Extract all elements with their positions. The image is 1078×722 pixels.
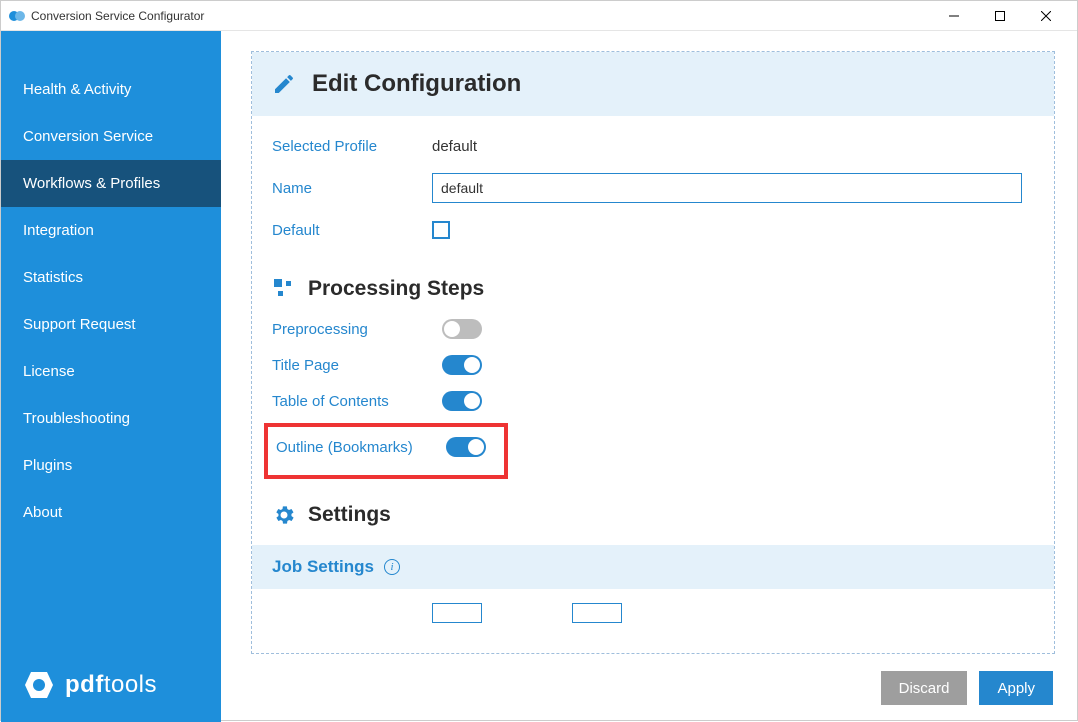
maximize-button[interactable] (977, 1, 1023, 31)
pdftools-logo-icon (21, 670, 57, 700)
brand-secondary: tools (104, 671, 157, 698)
partial-row (252, 589, 1054, 623)
toggle-preprocessing[interactable] (442, 319, 482, 339)
settings-title: Settings (308, 503, 391, 527)
toggle-row-outline: Outline (Bookmarks) (272, 435, 500, 459)
default-label: Default (272, 222, 432, 239)
toggle-label: Title Page (272, 357, 442, 374)
settings-header: Settings (252, 483, 1054, 537)
sidebar-item-license[interactable]: License (1, 348, 221, 395)
footer: Discard Apply (221, 654, 1077, 722)
brand-primary: pdf (65, 671, 104, 698)
sidebar-item-plugins[interactable]: Plugins (1, 442, 221, 489)
toggle-label: Preprocessing (272, 321, 442, 338)
panel-header: Edit Configuration (252, 52, 1054, 116)
toggle-row-toc: Table of Contents (252, 383, 1054, 419)
close-button[interactable] (1023, 1, 1069, 31)
toggle-label: Outline (Bookmarks) (276, 439, 446, 456)
panel-title: Edit Configuration (312, 70, 521, 98)
default-checkbox[interactable] (432, 221, 450, 239)
job-settings-title: Job Settings (272, 557, 374, 577)
sidebar-item-health-activity[interactable]: Health & Activity (1, 66, 221, 113)
sidebar-item-workflows-profiles[interactable]: Workflows & Profiles (1, 160, 221, 207)
steps-icon (272, 277, 296, 301)
sidebar: Health & Activity Conversion Service Wor… (1, 31, 221, 722)
app-icon (9, 8, 25, 24)
sidebar-item-integration[interactable]: Integration (1, 207, 221, 254)
toggle-label: Table of Contents (272, 393, 442, 410)
gear-icon (272, 503, 296, 527)
apply-button[interactable]: Apply (979, 671, 1053, 705)
pencil-icon (272, 72, 296, 96)
toggle-row-title-page: Title Page (252, 347, 1054, 383)
main: Edit Configuration Selected Profile defa… (221, 31, 1077, 722)
sidebar-item-statistics[interactable]: Statistics (1, 254, 221, 301)
window-title: Conversion Service Configurator (31, 9, 204, 23)
processing-steps-title: Processing Steps (308, 277, 484, 301)
titlebar: Conversion Service Configurator (1, 1, 1077, 31)
sidebar-item-about[interactable]: About (1, 489, 221, 536)
name-input[interactable] (432, 173, 1022, 203)
toggle-title-page[interactable] (442, 355, 482, 375)
sidebar-item-troubleshooting[interactable]: Troubleshooting (1, 395, 221, 442)
sidebar-item-conversion-service[interactable]: Conversion Service (1, 113, 221, 160)
discard-button[interactable]: Discard (881, 671, 968, 705)
partial-field-1[interactable] (432, 603, 482, 623)
partial-field-2[interactable] (572, 603, 622, 623)
selected-profile-label: Selected Profile (272, 138, 432, 155)
selected-profile-value: default (432, 138, 477, 155)
name-label: Name (272, 180, 432, 197)
info-icon[interactable]: i (384, 559, 400, 575)
outline-highlight: Outline (Bookmarks) (264, 423, 508, 479)
toggle-row-preprocessing: Preprocessing (252, 311, 1054, 347)
toggle-outline-bookmarks[interactable] (446, 437, 486, 457)
job-settings-header[interactable]: Job Settings i (252, 545, 1054, 589)
scroll-area[interactable]: Edit Configuration Selected Profile defa… (251, 51, 1055, 654)
profile-form: Selected Profile default Name Default (252, 116, 1054, 239)
toggle-table-of-contents[interactable] (442, 391, 482, 411)
minimize-button[interactable] (931, 1, 977, 31)
sidebar-item-support-request[interactable]: Support Request (1, 301, 221, 348)
processing-steps-header: Processing Steps (252, 257, 1054, 311)
brand-logo: pdftools (1, 652, 221, 722)
